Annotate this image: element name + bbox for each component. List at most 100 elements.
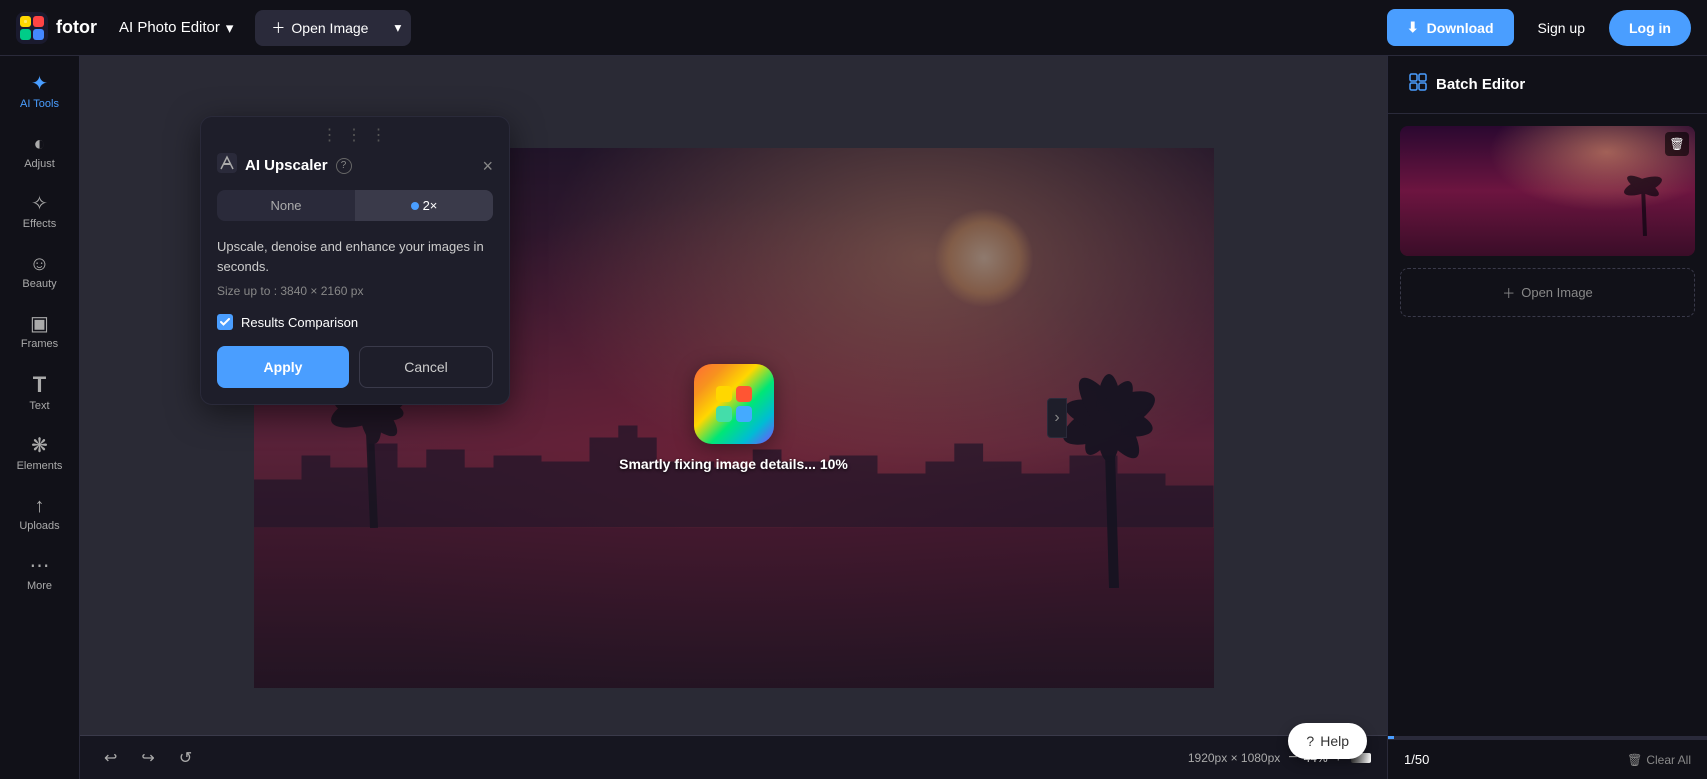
toggle-none-option[interactable]: None — [217, 190, 355, 221]
apply-button[interactable]: Apply — [217, 346, 349, 388]
image-thumbnail-item[interactable]: 🗑 — [1400, 126, 1695, 256]
processing-icon — [694, 364, 774, 444]
thumbnail-delete-button[interactable]: 🗑 — [1665, 132, 1689, 156]
log-in-label: Log in — [1629, 20, 1671, 36]
sidebar-item-beauty-label: Beauty — [22, 278, 56, 290]
add-image-label: Open Image — [1521, 285, 1593, 300]
log-in-button[interactable]: Log in — [1609, 10, 1691, 46]
toggle-2x-option[interactable]: 2× — [355, 190, 493, 221]
fotor-processing-icon — [712, 382, 756, 426]
help-question-mark: ? — [341, 160, 347, 171]
upscaler-icon — [217, 153, 237, 178]
sidebar-item-uploads-label: Uploads — [19, 520, 59, 532]
ai-upscaler-panel: ⋮ ⋮ ⋮ AI Upscaler ? — [200, 116, 510, 405]
toggle-dot-icon — [411, 202, 419, 210]
canvas-area: ⋮ ⋮ ⋮ AI Upscaler ? — [80, 56, 1387, 779]
beauty-icon: ☺ — [29, 254, 49, 274]
help-label: Help — [1320, 733, 1349, 749]
plus-icon: ＋ — [271, 18, 285, 38]
toggle-2x-label: 2× — [423, 198, 438, 213]
open-image-button-group: ＋ Open Image ▾ — [255, 10, 411, 46]
trash-clear-icon: 🗑 — [1627, 753, 1642, 767]
sidebar-item-elements-label: Elements — [17, 460, 63, 472]
undo-button[interactable]: ↩ — [96, 744, 125, 772]
close-icon: × — [482, 156, 493, 176]
toggle-row: None 2× — [217, 190, 493, 221]
page-counter: 1/50 — [1404, 752, 1429, 767]
batch-editor-tab[interactable]: Batch Editor — [1388, 56, 1707, 114]
toggle-none-label: None — [270, 198, 301, 213]
image-dimensions: 1920px × 1080px — [1188, 751, 1280, 765]
batch-squares-icon — [1408, 72, 1428, 92]
panel-header: AI Upscaler ? × — [201, 149, 509, 190]
bottom-toolbar: ↩ ↪ ↺ 1920px × 1080px − 44% + — [80, 735, 1387, 779]
checkbox-row: Results Comparison — [201, 314, 509, 346]
clear-all-button[interactable]: 🗑 Clear All — [1627, 753, 1691, 767]
reset-icon: ↺ — [179, 750, 192, 767]
sidebar-item-frames-label: Frames — [21, 338, 58, 350]
checkmark-icon — [220, 318, 230, 326]
action-row: Apply Cancel — [201, 346, 509, 404]
sidebar-item-adjust[interactable]: ◐ Adjust — [5, 124, 75, 180]
header-left: fotor AI Photo Editor ▾ ＋ Open Image ▾ — [16, 10, 411, 46]
drag-dots-icon: ⋮ ⋮ ⋮ — [322, 125, 389, 145]
app-name-label: AI Photo Editor — [119, 19, 220, 36]
uploads-icon: ↑ — [35, 496, 45, 516]
logo-text: fotor — [56, 17, 97, 38]
right-panel-collapse-button[interactable]: › — [1047, 398, 1067, 438]
toolbar-left: ↩ ↪ ↺ — [96, 744, 200, 772]
sidebar-item-more[interactable]: ⋯ More — [5, 546, 75, 602]
panel-close-button[interactable]: × — [482, 157, 493, 175]
toggle-2x-inner: 2× — [363, 198, 485, 213]
panel-help-icon[interactable]: ? — [336, 158, 352, 174]
cancel-button[interactable]: Cancel — [359, 346, 493, 388]
sign-up-label: Sign up — [1538, 20, 1585, 36]
download-button[interactable]: ⬇ Download — [1387, 9, 1514, 46]
sidebar-item-uploads[interactable]: ↑ Uploads — [5, 486, 75, 542]
redo-button[interactable]: ↪ — [133, 744, 162, 772]
header-right: ⬇ Download Sign up Log in — [1387, 9, 1691, 46]
open-image-main-button[interactable]: ＋ Open Image — [255, 10, 384, 46]
sidebar-item-text[interactable]: T Text — [5, 364, 75, 422]
app-name-button[interactable]: AI Photo Editor ▾ — [109, 13, 243, 43]
sign-up-button[interactable]: Sign up — [1526, 12, 1597, 44]
sidebar-item-ai-tools-label: AI Tools — [20, 98, 59, 110]
help-circle-icon: ? — [1306, 733, 1314, 749]
batch-editor-icon — [1408, 72, 1428, 97]
sidebar-item-beauty[interactable]: ☺ Beauty — [5, 244, 75, 300]
chevron-down-icon: ▾ — [394, 20, 401, 35]
sidebar-item-effects[interactable]: ✧ Effects — [5, 184, 75, 240]
batch-editor-title: Batch Editor — [1436, 76, 1525, 93]
reset-button[interactable]: ↺ — [171, 744, 200, 772]
processing-status-text: Smartly fixing image details... 10% — [619, 456, 848, 472]
sidebar-item-ai-tools[interactable]: ✦ AI Tools — [5, 64, 75, 120]
image-thumbnail — [1400, 126, 1695, 256]
main-layout: ✦ AI Tools ◐ Adjust ✧ Effects ☺ Beauty ▣… — [0, 56, 1707, 779]
sidebar-item-frames[interactable]: ▣ Frames — [5, 304, 75, 360]
panel-size-label: Size up to : 3840 × 2160 px — [201, 284, 509, 314]
clear-all-label: Clear All — [1646, 753, 1691, 767]
panel-drag-handle[interactable]: ⋮ ⋮ ⋮ — [201, 117, 509, 149]
redo-icon: ↪ — [141, 750, 154, 767]
help-button[interactable]: ? Help — [1288, 723, 1367, 759]
logo: fotor — [16, 12, 97, 44]
results-comparison-label[interactable]: Results Comparison — [241, 315, 358, 330]
results-comparison-checkbox[interactable] — [217, 314, 233, 330]
thumb-palm-icon — [1615, 156, 1675, 236]
app-name-chevron: ▾ — [226, 19, 234, 37]
right-sidebar: Batch Editor 🗑 — [1387, 56, 1707, 779]
panel-description: Upscale, denoise and enhance your images… — [201, 237, 509, 284]
chevron-right-icon: › — [1054, 409, 1059, 427]
more-icon: ⋯ — [30, 556, 50, 576]
left-sidebar: ✦ AI Tools ◐ Adjust ✧ Effects ☺ Beauty ▣… — [0, 56, 80, 779]
add-image-button[interactable]: ＋ Open Image — [1400, 268, 1695, 317]
sidebar-item-elements[interactable]: ❋ Elements — [5, 426, 75, 482]
elements-icon: ❋ — [31, 436, 48, 456]
panel-title-row: AI Upscaler ? — [217, 153, 352, 178]
text-icon: T — [33, 374, 46, 396]
download-label: Download — [1427, 20, 1494, 36]
open-image-dropdown-button[interactable]: ▾ — [384, 12, 411, 44]
adjust-icon: ◐ — [33, 134, 45, 154]
sidebar-item-more-label: More — [27, 580, 52, 592]
panel-title: AI Upscaler — [245, 157, 328, 174]
